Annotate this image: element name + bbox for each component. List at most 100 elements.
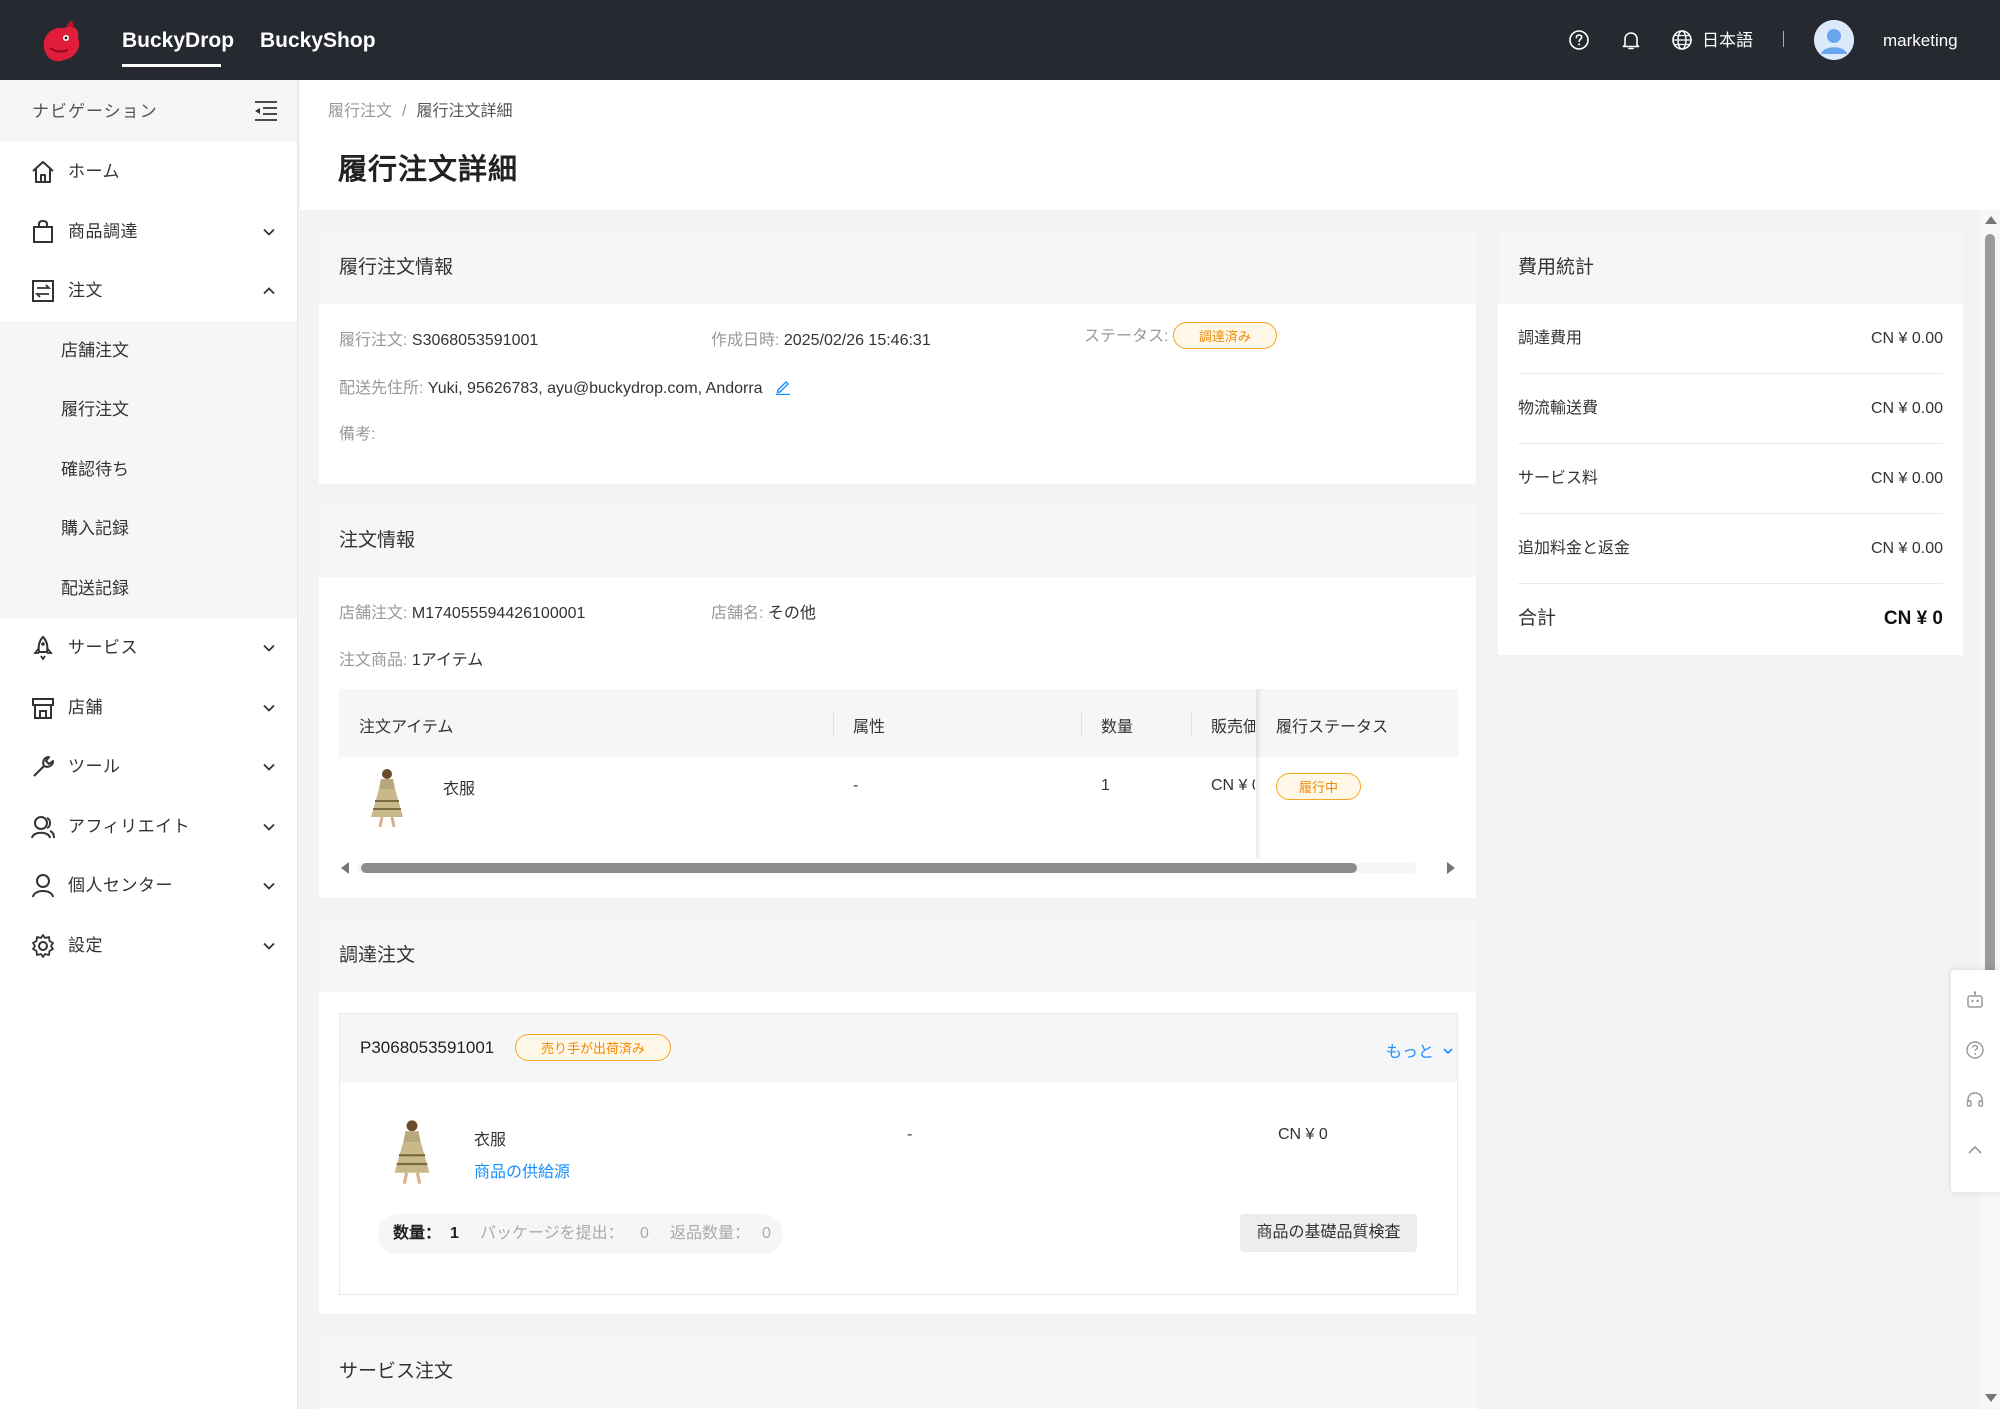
sidebar-item-store[interactable]: 店舗 bbox=[0, 678, 297, 738]
store-order-field: 店舗注文: M1740555944261000​01 bbox=[339, 599, 585, 623]
sidebar-item-services[interactable]: サービス bbox=[0, 618, 297, 678]
column-header: 履行ステータス bbox=[1276, 719, 1389, 736]
nav-brand-buckydrop[interactable]: BuckyDrop bbox=[122, 0, 234, 80]
memo-field: 備考: bbox=[339, 420, 375, 444]
sidebar-item-personal-center[interactable]: 個人センター bbox=[0, 856, 297, 916]
created-at-field: 作成日時: 2025/02/26 15:46:31 bbox=[711, 326, 931, 350]
cost-total-row: 合計 CN ¥ 0 bbox=[1518, 584, 1943, 654]
address-value: Yuki, 95626783, ayu@buckydrop.com, Andor… bbox=[427, 380, 763, 397]
globe-icon[interactable] bbox=[1671, 29, 1693, 51]
cost-row: 物流輸送費 CN ¥ 0.00 bbox=[1518, 374, 1943, 444]
collapse-menu-icon[interactable] bbox=[254, 100, 278, 122]
item-price: CN ¥ 0 bbox=[1278, 1126, 1328, 1143]
quality-inspection-button[interactable]: 商品の基礎品質検査 bbox=[1240, 1214, 1417, 1252]
sidebar-item-sourcing[interactable]: 商品調達 bbox=[0, 202, 297, 262]
nav-brand-buckyshop[interactable]: BuckyShop bbox=[260, 0, 376, 80]
column-header: 数量 bbox=[1101, 719, 1134, 736]
edit-icon[interactable] bbox=[775, 379, 791, 395]
scroll-down-arrow-icon[interactable] bbox=[1985, 1394, 1997, 1402]
scroll-thumb[interactable] bbox=[361, 863, 1357, 873]
table-horizontal-scrollbar[interactable] bbox=[339, 859, 1458, 875]
sidebar-subitem-purchase-records[interactable]: 購入記録 bbox=[0, 499, 297, 559]
scroll-left-arrow-icon[interactable] bbox=[341, 862, 349, 874]
chevron-down-icon bbox=[263, 882, 275, 890]
card-title: 調達注文 bbox=[319, 920, 1476, 992]
shopping-bag-icon bbox=[33, 219, 53, 243]
item-attribute: - bbox=[853, 777, 859, 794]
sidebar-item-orders[interactable]: 注文 bbox=[0, 261, 297, 321]
order-info-card: 注文情報 店舗注文: M1740555944261000​01 店舗名: その他… bbox=[319, 505, 1476, 898]
language-selector[interactable]: 日本語 bbox=[1702, 0, 1753, 80]
robot-icon[interactable] bbox=[1965, 990, 1985, 1010]
fixed-column-shadow bbox=[1256, 689, 1262, 859]
item-attribute: - bbox=[907, 1126, 913, 1143]
back-to-top-icon[interactable] bbox=[1965, 1140, 1985, 1160]
chevron-down-icon bbox=[263, 823, 275, 831]
scroll-thumb[interactable] bbox=[1985, 234, 1995, 974]
field-label: 作成日時: bbox=[711, 332, 780, 349]
cost-total-label: 合計 bbox=[1518, 608, 1557, 629]
scroll-up-arrow-icon[interactable] bbox=[1985, 216, 1997, 224]
bell-icon[interactable] bbox=[1620, 29, 1642, 51]
buckydrop-logo[interactable] bbox=[36, 18, 84, 66]
column-header: 注文アイテム bbox=[359, 719, 454, 736]
cost-value: CN ¥ 0.00 bbox=[1870, 470, 1943, 487]
sidebar-item-tools[interactable]: ツール bbox=[0, 737, 297, 797]
sidebar-item-affiliate[interactable]: アフィリエイト bbox=[0, 797, 297, 857]
cost-value: CN ¥ 0.00 bbox=[1870, 400, 1943, 417]
service-order-card: サービス注文 bbox=[319, 1336, 1476, 1409]
store-name-value: その他 bbox=[767, 605, 816, 622]
product-thumbnail[interactable] bbox=[388, 1118, 436, 1186]
headset-icon[interactable] bbox=[1965, 1090, 1985, 1110]
active-brand-underline bbox=[122, 64, 221, 67]
avatar[interactable] bbox=[1814, 20, 1854, 60]
sidebar: ナビゲーション ホーム 商品調達 注文 店舗注文 履行注文 確認待ち 購入記録 … bbox=[0, 80, 298, 1409]
sidebar-item-home[interactable]: ホーム bbox=[0, 142, 297, 202]
quantity-summary: 数量： 1 パッケージを提出： 0 返品数量： 0 bbox=[378, 1214, 783, 1254]
page-vertical-scrollbar[interactable] bbox=[1981, 210, 2000, 1409]
product-source-link[interactable]: 商品の供給源 bbox=[474, 1158, 570, 1182]
breadcrumb-link[interactable]: 履行注文 bbox=[328, 103, 392, 120]
field-label: ステータス: bbox=[1084, 328, 1169, 345]
chevron-down-icon bbox=[263, 763, 275, 771]
created-at-value: 2025/02/26 15:46:31 bbox=[783, 332, 931, 349]
sidebar-item-settings[interactable]: 設定 bbox=[0, 916, 297, 976]
product-thumbnail[interactable] bbox=[365, 767, 409, 829]
sidebar-subitem-fulfillment-orders[interactable]: 履行注文 bbox=[0, 380, 297, 440]
package-label: パッケージを提出： bbox=[480, 1225, 624, 1242]
table-row: 衣服 - 1 CN ¥ 0 履行中 bbox=[339, 757, 1458, 853]
cost-statistics-card: 費用統計 調達費用 CN ¥ 0.00 物流輸送費 CN ¥ 0.00 サービス… bbox=[1498, 232, 1963, 655]
sidebar-item-label: 個人センター bbox=[68, 876, 173, 895]
sidebar-item-label: 注文 bbox=[68, 281, 103, 300]
scroll-right-arrow-icon[interactable] bbox=[1447, 862, 1455, 874]
breadcrumb: 履行注文 / 履行注文詳細 bbox=[328, 97, 512, 121]
field-label: 注文商品: bbox=[339, 652, 408, 669]
address-field: 配送先住所: Yuki, 95626783, ayu@buckydrop.com… bbox=[339, 374, 791, 398]
fulfillment-info-card: 履行注文情報 履行注文: S3068053591001 作成日時: 2025/0… bbox=[319, 232, 1476, 484]
status-badge: 調達済み bbox=[1172, 322, 1277, 349]
sidebar-subitem-shipping-records[interactable]: 配送記録 bbox=[0, 559, 297, 619]
column-header: 販売価 bbox=[1211, 719, 1255, 736]
store-order-number: M1740555944261000​01 bbox=[411, 605, 586, 622]
chevron-up-icon bbox=[263, 287, 275, 295]
more-label: もっと bbox=[1386, 1044, 1435, 1061]
cost-value: CN ¥ 0.00 bbox=[1870, 330, 1943, 347]
help-circle-icon[interactable] bbox=[1965, 1040, 1985, 1060]
fulfillment-order-number: S3068053591001 bbox=[411, 332, 539, 349]
username[interactable]: marketing bbox=[1883, 0, 1958, 80]
sidebar-item-label: 店舗 bbox=[68, 697, 103, 717]
sidebar-subitem-store-orders[interactable]: 店舗注文 bbox=[0, 321, 297, 381]
procurement-order-number: P3068053591001 bbox=[360, 1038, 495, 1057]
item-price: CN ¥ 0 bbox=[1211, 777, 1255, 794]
breadcrumb-current: 履行注文詳細 bbox=[416, 103, 513, 120]
qty-label: 数量： bbox=[393, 1225, 442, 1242]
chevron-down-icon bbox=[1443, 1048, 1454, 1055]
column-divider bbox=[1191, 711, 1192, 737]
sidebar-subitem-pending[interactable]: 確認待ち bbox=[0, 440, 297, 500]
status-field: ステータス: 調達済み bbox=[1084, 322, 1277, 349]
help-icon[interactable] bbox=[1568, 29, 1590, 51]
card-title: 履行注文情報 bbox=[319, 232, 1476, 304]
fulfillment-status-badge: 履行中 bbox=[1276, 773, 1362, 800]
more-link[interactable]: もっと bbox=[1386, 1038, 1454, 1062]
procurement-order-header: P3068053591001 売り手が出荷済み もっと bbox=[340, 1014, 1457, 1082]
